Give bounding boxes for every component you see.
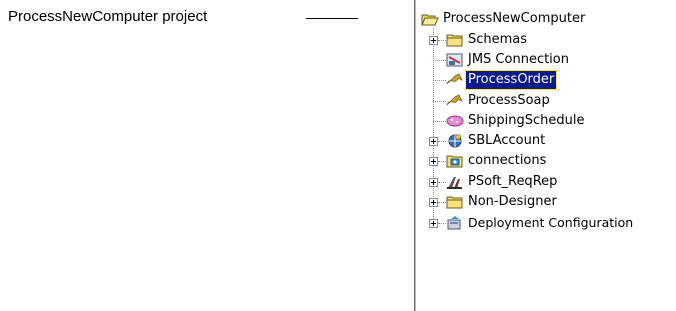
project-tree-panel[interactable]: ProcessNewComputer Schemas JMS Connectio… (414, 0, 676, 311)
tree-item-schemas[interactable]: Schemas (429, 31, 659, 49)
siebel-adapter-icon (446, 133, 464, 149)
project-tree[interactable]: ProcessNewComputer Schemas JMS Connectio… (415, 0, 676, 311)
tree-item-sblaccount[interactable]: SBLAccount (429, 132, 659, 150)
connections-folder-icon (446, 153, 464, 169)
jms-connection-icon (446, 52, 464, 68)
deployment-icon (446, 215, 464, 231)
tree-item-shippingschedule[interactable]: ShippingSchedule (429, 112, 659, 130)
connector-line (433, 80, 446, 81)
tree-item-label[interactable]: ProcessOrder (464, 70, 558, 90)
connector-line (433, 121, 446, 122)
tree-item-label[interactable]: PSoft_ReqRep (466, 173, 559, 191)
connector-line (438, 40, 446, 41)
connector-line (438, 223, 446, 224)
tree-item-processorder[interactable]: ProcessOrder (429, 70, 659, 90)
tree-item-label[interactable]: Non-Designer (466, 193, 559, 211)
callout-leader-line (306, 18, 358, 19)
soap-icon (446, 113, 464, 129)
project-callout-label: ProcessNewComputer project (8, 8, 208, 25)
expand-toggle[interactable] (429, 178, 438, 187)
process-icon (446, 93, 464, 109)
connector-line (438, 202, 446, 203)
tree-root-label[interactable]: ProcessNewComputer (441, 10, 587, 28)
folder-open-icon (421, 11, 439, 27)
tree-item-deployment-configuration[interactable]: Deployment Configuration (429, 214, 676, 232)
expand-toggle[interactable] (429, 219, 438, 228)
expand-toggle[interactable] (429, 36, 438, 45)
tree-item-non-designer[interactable]: Non-Designer (429, 193, 659, 211)
tree-item-label[interactable]: Schemas (466, 31, 529, 49)
connector-line (433, 101, 446, 102)
connector-line (438, 182, 446, 183)
peoplesoft-adapter-icon (446, 174, 464, 190)
tree-item-label[interactable]: connections (466, 152, 548, 170)
tree-item-jms-connection[interactable]: JMS Connection (429, 51, 659, 69)
connector-line (438, 161, 446, 162)
connector-line (433, 60, 446, 61)
expand-toggle[interactable] (429, 137, 438, 146)
expand-toggle[interactable] (429, 157, 438, 166)
tree-item-label[interactable]: JMS Connection (466, 51, 571, 69)
tree-item-connections[interactable]: connections (429, 152, 659, 170)
tree-root[interactable]: ProcessNewComputer (421, 10, 641, 28)
tree-item-label[interactable]: Deployment Configuration (466, 214, 635, 232)
expand-toggle[interactable] (429, 198, 438, 207)
tree-item-label[interactable]: ProcessSoap (466, 92, 552, 110)
folder-icon (446, 194, 464, 210)
tree-item-label[interactable]: SBLAccount (466, 132, 547, 150)
tree-item-psoft-reqrep[interactable]: PSoft_ReqRep (429, 173, 659, 191)
connector-line (438, 141, 446, 142)
tree-item-processsoap[interactable]: ProcessSoap (429, 92, 659, 110)
process-icon (446, 72, 464, 88)
tree-item-label[interactable]: ShippingSchedule (466, 112, 586, 130)
folder-icon (446, 32, 464, 48)
